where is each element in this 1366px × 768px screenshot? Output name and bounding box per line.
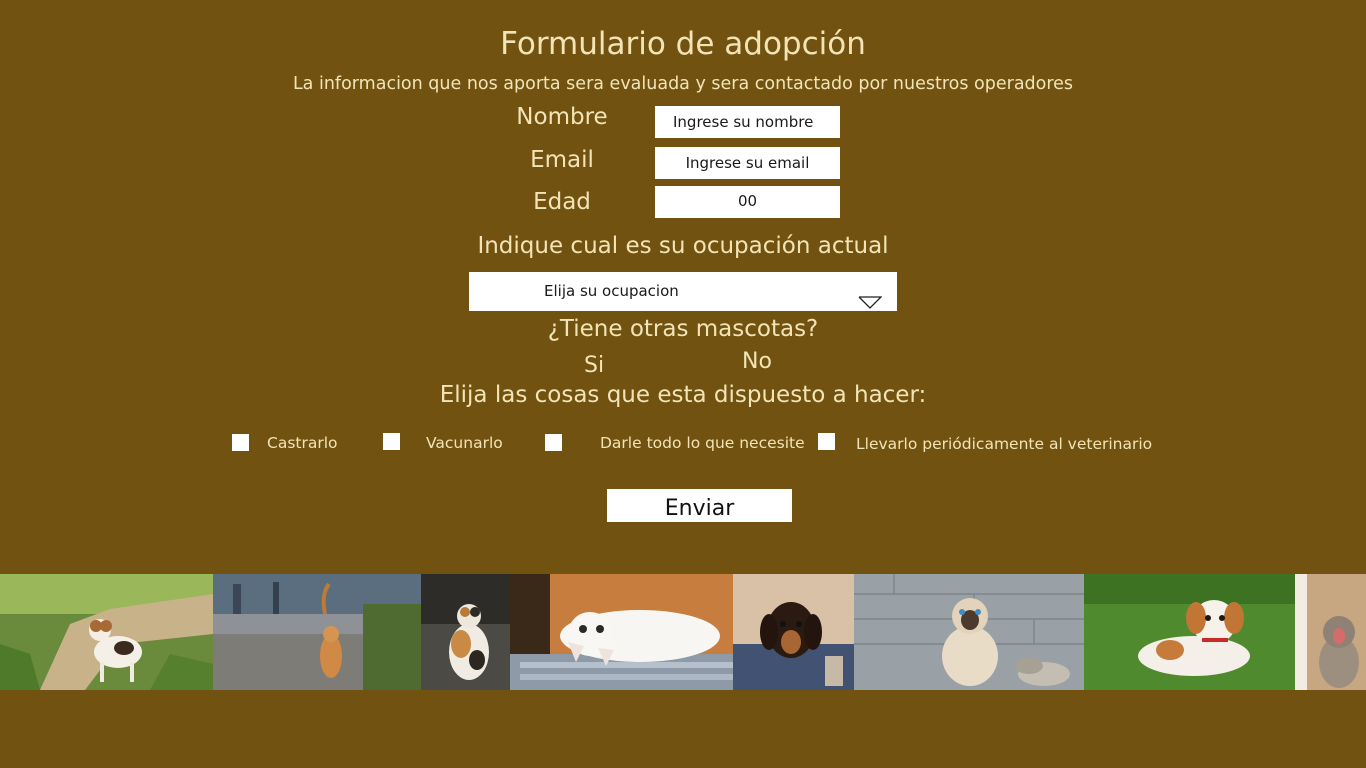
yawning-kitten-photo xyxy=(1295,574,1366,690)
pet-photo-strip xyxy=(0,574,1366,690)
calico-cat-photo xyxy=(421,574,510,690)
checkbox-label-vacunarlo: Vacunarlo xyxy=(426,434,503,452)
age-label: Edad xyxy=(533,189,591,215)
pets-yes-option[interactable]: Si xyxy=(584,353,604,378)
siamese-cat-photo xyxy=(854,574,1084,690)
checkbox-veterinario[interactable] xyxy=(818,433,835,450)
checkbox-label-darle-todo: Darle todo lo que necesite xyxy=(600,434,805,452)
occupation-question: Indique cual es su ocupación actual xyxy=(477,233,889,259)
dachshund-puppy-photo xyxy=(733,574,854,690)
submit-button[interactable]: Enviar xyxy=(607,489,792,522)
white-kitten-photo xyxy=(510,574,733,690)
occupation-select-value: Elija su ocupacion xyxy=(544,282,679,300)
puppy-on-grass-photo xyxy=(1084,574,1295,690)
age-field[interactable]: 00 xyxy=(655,186,840,218)
cat-walking-photo xyxy=(213,574,421,690)
name-field[interactable]: Ingrese su nombre xyxy=(655,106,840,138)
email-field[interactable]: Ingrese su email xyxy=(655,147,840,179)
adoption-form-page: Formulario de adopción La informacion qu… xyxy=(0,0,1366,768)
pets-no-option[interactable]: No xyxy=(742,349,772,374)
checkbox-label-castrarlo: Castrarlo xyxy=(267,434,338,452)
page-subtitle: La informacion que nos aporta sera evalu… xyxy=(292,74,1074,94)
checkbox-label-veterinario: Llevarlo periódicamente al veterinario xyxy=(856,435,1153,453)
checkbox-darle-todo[interactable] xyxy=(545,434,562,451)
dog-on-path-photo xyxy=(0,574,213,690)
name-label: Nombre xyxy=(516,104,608,130)
pets-question: ¿Tiene otras mascotas? xyxy=(547,316,819,342)
checkbox-vacunarlo[interactable] xyxy=(383,433,400,450)
occupation-select[interactable]: Elija su ocupacion xyxy=(469,272,897,311)
page-title: Formulario de adopción xyxy=(500,26,866,62)
email-label: Email xyxy=(530,147,594,173)
commitments-question: Elija las cosas que esta dispuesto a hac… xyxy=(439,382,927,408)
checkbox-castrarlo[interactable] xyxy=(232,434,249,451)
